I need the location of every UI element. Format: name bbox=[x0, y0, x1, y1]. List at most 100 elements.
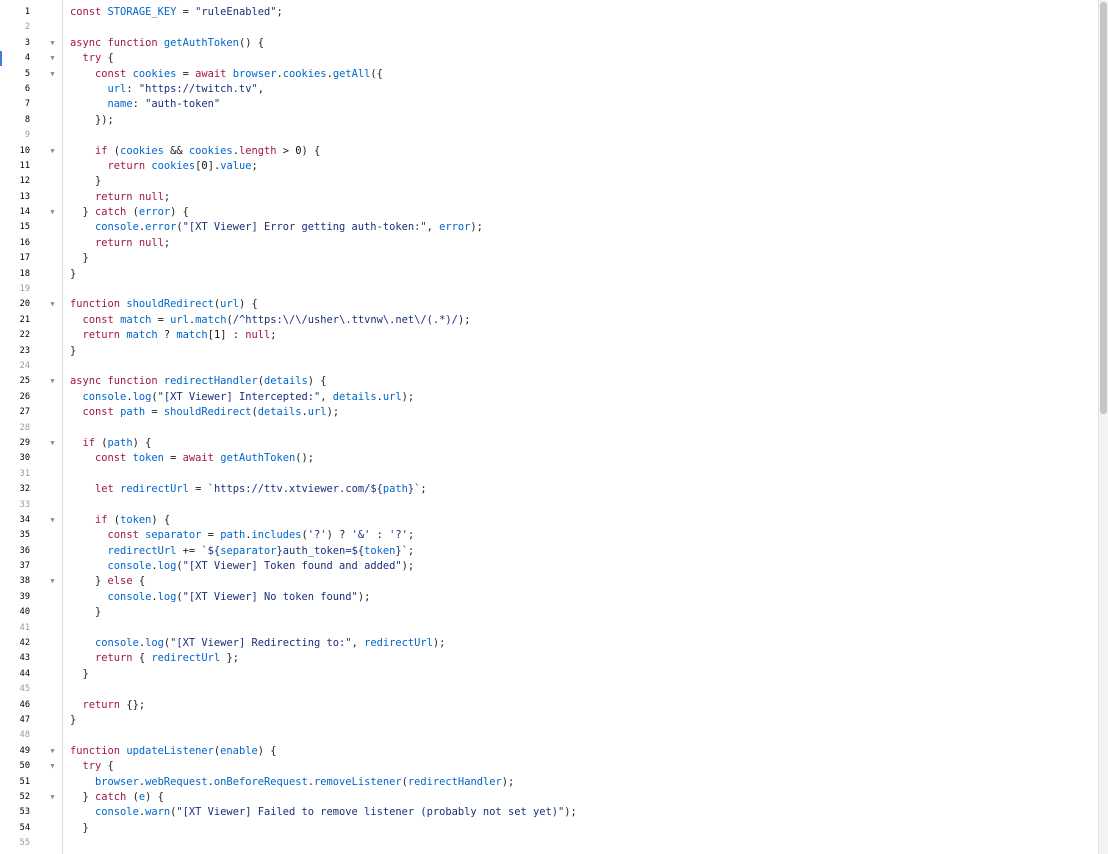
line-code: } bbox=[70, 174, 101, 189]
code-line[interactable]: 7 name: "auth-token" bbox=[0, 97, 1098, 112]
code-line[interactable]: 25 ▼ async function redirectHandler(detail… bbox=[0, 374, 1098, 389]
code-line[interactable]: 22 return match ? match[1] : null; bbox=[0, 328, 1098, 343]
vertical-scrollbar[interactable] bbox=[1098, 0, 1108, 854]
code-line[interactable]: 40 } bbox=[0, 605, 1098, 620]
code-line[interactable]: 10 ▼ if (cookies && cookies.length > 0) { bbox=[0, 144, 1098, 159]
code-line[interactable]: 49 ▼ function updateListener(enable) { bbox=[0, 744, 1098, 759]
code-line[interactable]: 20 ▼ function shouldRedirect(url) { bbox=[0, 297, 1098, 312]
code-token: cookies bbox=[188, 144, 233, 157]
code-line[interactable]: 3 ▼ async function getAuthToken() { bbox=[0, 36, 1098, 51]
code-line[interactable]: 55 bbox=[0, 836, 1098, 851]
line-code: const token = await getAuthToken(); bbox=[70, 451, 314, 466]
scrollbar-thumb[interactable] bbox=[1100, 2, 1107, 414]
line-code: const cookies = await browser.cookies.ge… bbox=[70, 67, 383, 82]
code-line[interactable]: 30 const token = await getAuthToken(); bbox=[0, 451, 1098, 466]
code-line[interactable]: 38 ▼ } else { bbox=[0, 574, 1098, 589]
code-line[interactable]: 16 return null; bbox=[0, 236, 1098, 251]
code-token: path bbox=[120, 406, 146, 419]
code-line[interactable]: 29 ▼ if (path) { bbox=[0, 436, 1098, 451]
fold-toggle-icon[interactable]: ▼ bbox=[49, 790, 56, 805]
fold-toggle-icon[interactable]: ▼ bbox=[49, 297, 56, 312]
code-line[interactable]: 52 ▼ } catch (e) { bbox=[0, 790, 1098, 805]
code-line[interactable]: 19 bbox=[0, 282, 1098, 297]
line-code: console.log("[XT Viewer] Token found and… bbox=[70, 559, 415, 574]
code-line[interactable]: 8 }); bbox=[0, 113, 1098, 128]
line-code: } catch (error) { bbox=[70, 205, 189, 220]
code-line[interactable]: 51 browser.webRequest.onBeforeRequest.re… bbox=[0, 775, 1098, 790]
code-line[interactable]: 53 console.warn("[XT Viewer] Failed to r… bbox=[0, 805, 1098, 820]
code-line[interactable]: 2 bbox=[0, 20, 1098, 35]
code-line[interactable]: 18} bbox=[0, 267, 1098, 282]
code-token: value bbox=[220, 159, 252, 172]
fold-toggle-icon[interactable]: ▼ bbox=[49, 144, 56, 159]
code-token: } bbox=[70, 713, 77, 726]
line-code: const match = url.match(/^https:\/\/ushe… bbox=[70, 313, 471, 328]
code-line[interactable]: 13 return null; bbox=[0, 190, 1098, 205]
code-line[interactable]: 24 bbox=[0, 359, 1098, 374]
code-token: ( bbox=[95, 436, 108, 449]
code-line[interactable]: 1 const STORAGE_KEY = "ruleEnabled"; bbox=[0, 5, 1098, 20]
code-token: details bbox=[257, 406, 302, 419]
line-code: browser.webRequest.onBeforeRequest.remov… bbox=[70, 775, 514, 790]
line-number: 36 bbox=[19, 545, 30, 556]
code-line[interactable]: 23} bbox=[0, 344, 1098, 359]
code-line[interactable]: 11 return cookies[0].value; bbox=[0, 159, 1098, 174]
line-code: url: "https://twitch.tv", bbox=[70, 82, 264, 97]
code-line[interactable]: 27 const path = shouldRedirect(details.u… bbox=[0, 405, 1098, 420]
code-line[interactable]: 9 bbox=[0, 128, 1098, 143]
code-token: removeListener bbox=[314, 775, 402, 788]
line-code: try { bbox=[70, 759, 114, 774]
code-line[interactable]: 28 bbox=[0, 421, 1098, 436]
code-line[interactable]: 6 url: "https://twitch.tv", bbox=[0, 82, 1098, 97]
code-line[interactable]: 35 const separator = path.includes('?') … bbox=[0, 528, 1098, 543]
line-number: 6 bbox=[24, 83, 30, 94]
fold-toggle-icon[interactable]: ▼ bbox=[49, 513, 56, 528]
code-line[interactable]: 26 console.log("[XT Viewer] Intercepted:… bbox=[0, 390, 1098, 405]
fold-toggle-icon[interactable]: ▼ bbox=[49, 67, 56, 82]
code-line[interactable]: 12 } bbox=[0, 174, 1098, 189]
code-token: return bbox=[82, 698, 121, 711]
fold-toggle-icon[interactable]: ▼ bbox=[49, 205, 56, 220]
code-line[interactable]: 17 } bbox=[0, 251, 1098, 266]
code-line[interactable]: 43 return { redirectUrl }; bbox=[0, 651, 1098, 666]
line-number: 28 bbox=[19, 422, 30, 433]
code-line[interactable]: 21 const match = url.match(/^https:\/\/u… bbox=[0, 313, 1098, 328]
code-line[interactable]: 32 let redirectUrl = `https://ttv.xtview… bbox=[0, 482, 1098, 497]
code-line[interactable]: 34 ▼ if (token) { bbox=[0, 513, 1098, 528]
code-line[interactable]: 37 console.log("[XT Viewer] Token found … bbox=[0, 559, 1098, 574]
fold-toggle-icon[interactable]: ▼ bbox=[49, 759, 56, 774]
code-editor[interactable]: 1 const STORAGE_KEY = "ruleEnabled"; 2 3 ▼ as… bbox=[0, 0, 1108, 854]
code-line[interactable]: 33 bbox=[0, 498, 1098, 513]
code-line[interactable]: 4 ▼ try { bbox=[0, 51, 1098, 67]
code-line[interactable]: 41 bbox=[0, 621, 1098, 636]
code-token: cookies bbox=[120, 144, 164, 157]
code-line[interactable]: 46 return {}; bbox=[0, 698, 1098, 713]
fold-toggle-icon[interactable]: ▼ bbox=[49, 374, 56, 389]
line-number: 40 bbox=[19, 607, 30, 618]
code-line[interactable]: 47} bbox=[0, 713, 1098, 728]
line-number: 30 bbox=[19, 453, 30, 464]
code-line[interactable]: 48 bbox=[0, 728, 1098, 743]
line-code: console.log("[XT Viewer] Intercepted:", … bbox=[70, 390, 415, 405]
code-line[interactable]: 31 bbox=[0, 467, 1098, 482]
fold-toggle-icon[interactable]: ▼ bbox=[49, 744, 56, 759]
code-line[interactable]: 39 console.log("[XT Viewer] No token fou… bbox=[0, 590, 1098, 605]
fold-toggle-icon[interactable]: ▼ bbox=[49, 51, 56, 66]
code-line[interactable]: 36 redirectUrl += `${separator}auth_toke… bbox=[0, 544, 1098, 559]
fold-toggle-icon[interactable]: ▼ bbox=[49, 436, 56, 451]
code-line[interactable]: 50 ▼ try { bbox=[0, 759, 1098, 774]
code-line[interactable]: 45 bbox=[0, 682, 1098, 697]
code-line[interactable]: 5 ▼ const cookies = await browser.cookies… bbox=[0, 67, 1098, 82]
code-line[interactable]: 15 console.error("[XT Viewer] Error gett… bbox=[0, 220, 1098, 235]
line-number: 17 bbox=[19, 253, 30, 264]
code-token: includes bbox=[251, 529, 302, 542]
code-line[interactable]: 14 ▼ } catch (error) { bbox=[0, 205, 1098, 220]
code-line[interactable]: 42 console.log("[XT Viewer] Redirecting … bbox=[0, 636, 1098, 651]
fold-toggle-icon[interactable]: ▼ bbox=[49, 36, 56, 51]
code-lines[interactable]: 1 const STORAGE_KEY = "ruleEnabled"; 2 3 ▼ as… bbox=[0, 5, 1098, 851]
fold-toggle-icon[interactable]: ▼ bbox=[49, 574, 56, 589]
line-number: 54 bbox=[19, 822, 30, 833]
code-token: > bbox=[276, 144, 296, 157]
code-line[interactable]: 54 } bbox=[0, 821, 1098, 836]
code-line[interactable]: 44 } bbox=[0, 667, 1098, 682]
